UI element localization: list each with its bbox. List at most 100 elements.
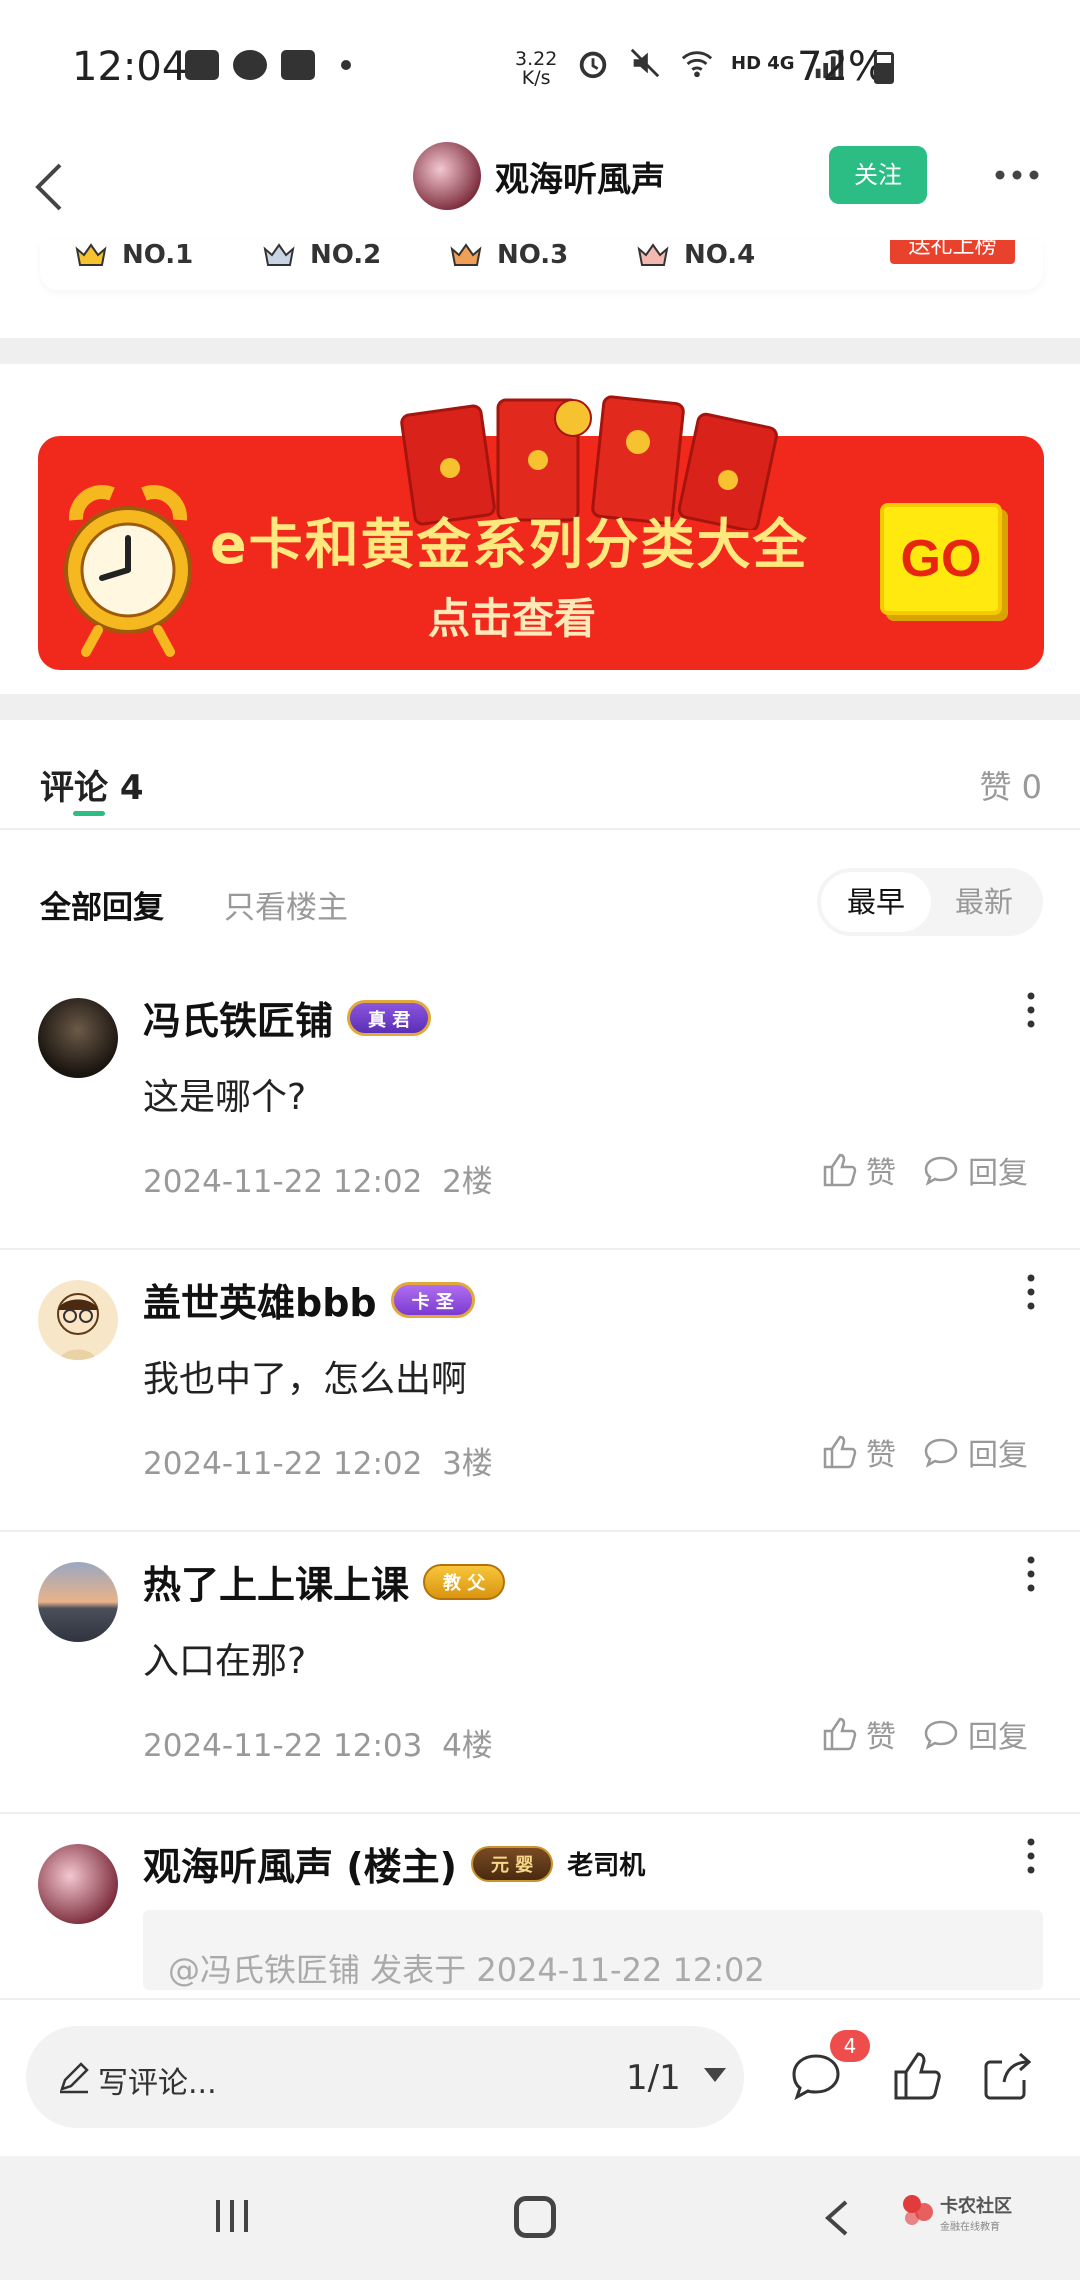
bronze-crown-icon [450,243,482,266]
reply-button[interactable]: 回复 [922,1148,1028,1192]
system-nav-bar: 卡农社区 金融在线教育 [0,2156,1080,2280]
comment-meta: 2024-11-22 12:02 2楼 [143,1164,493,1200]
filter-all-replies[interactable]: 全部回复 [40,882,164,927]
follow-button[interactable]: 关注 [829,146,927,204]
avatar[interactable] [38,1844,118,1924]
reply-button[interactable]: 回复 [922,1430,1028,1474]
gold-crown-icon [75,243,107,266]
sort-latest[interactable]: 最新 [929,872,1039,932]
rank-badge: 真 君 [347,999,432,1036]
rank-badge: 元 婴 [470,1845,554,1882]
filter-op-only[interactable]: 只看楼主 [224,882,348,927]
page-indicator[interactable]: 1/1 [626,2058,681,2098]
comment-meta: 2024-11-22 12:02 3楼 [143,1446,493,1482]
comment-text: 这是哪个? [143,1077,307,1118]
sort-toggle: 最早 最新 [817,868,1043,936]
watermark-logo: 卡农社区 金融在线教育 [900,2186,1030,2246]
comment-author: 冯氏铁匠铺 真 君 [143,990,432,1045]
alarm-clock-icon [64,485,192,657]
like-button[interactable]: 赞 [820,1148,896,1192]
author-avatar[interactable] [413,142,481,210]
comments-header: 评论 4 赞 0 [0,722,1080,830]
comment-actions: 赞 回复 [820,1148,1028,1192]
avatar[interactable] [38,998,118,1078]
comment-bubble-icon [924,1156,958,1186]
more-options-icon[interactable] [992,158,1042,192]
comment-input-placeholder: 写评论... [98,2066,217,2101]
sort-earliest[interactable]: 最早 [821,872,931,932]
red-crown-icon [637,243,669,266]
top-header: 观海听風声 关注 [0,130,1080,240]
chevron-down-icon[interactable] [704,2068,726,2082]
bottom-action-bar: 写评论... 1/1 4 [0,1998,1080,2156]
comment-item: 冯氏铁匠铺 真 君 这是哪个? 2024-11-22 12:02 2楼 赞 回复 [0,968,1080,1250]
notification-icons [185,50,351,80]
status-bar: 12:04 3.22 K/s HD 4G 72% [0,0,1080,130]
comment-text: 入口在那? [143,1641,307,1682]
rank-item: NO.1 [74,240,193,270]
comment-actions: 赞 回复 [820,1430,1028,1474]
veteran-badge: 老司机 [567,1851,646,1881]
rank-item: NO.4 [636,240,755,270]
comment-meta: 2024-11-22 12:03 4楼 [143,1728,493,1764]
tab-active-indicator [73,811,105,816]
banner-title: e卡和黄金系列分类大全 [210,513,809,576]
more-notifications-dot [341,60,351,70]
gift-rank-strip: NO.1 NO.2 NO.3 NO.4 送礼上榜 [40,240,1043,290]
more-options-icon[interactable] [1023,990,1039,1030]
rank-badge: 卡 圣 [390,1281,475,1318]
avatar[interactable] [38,1280,118,1360]
comment-actions: 赞 回复 [820,1712,1028,1756]
comment-author: 盖世英雄bbb 卡 圣 [143,1272,475,1327]
rank-badge: 教 父 [423,1563,506,1600]
banner-go-button[interactable]: GO [880,503,1002,615]
reply-button[interactable]: 回复 [922,1712,1028,1756]
comment-input[interactable]: 写评论... 1/1 [26,2026,744,2128]
thumbs-up-icon [823,1153,857,1187]
section-divider [0,694,1080,720]
more-options-icon[interactable] [1023,1554,1039,1594]
comment-author: 热了上上课上课 教 父 [143,1554,506,1609]
back-icon[interactable] [818,2196,858,2240]
comment-author: 观海听風声 (楼主) 元 婴 老司机 [143,1845,646,1889]
thumbs-up-icon[interactable] [888,2048,944,2104]
rank-item: NO.2 [262,240,381,270]
comment-bubble-icon [924,1720,958,1750]
tab-likes[interactable]: 赞 0 [979,762,1042,808]
comment-item: 盖世英雄bbb 卡 圣 我也中了，怎么出啊 2024-11-22 12:02 3… [0,1250,1080,1532]
tab-comments[interactable]: 评论 4 [40,760,144,809]
pencil-icon [60,2062,89,2094]
gallery-icon [185,50,219,80]
like-button[interactable]: 赞 [820,1430,896,1474]
thumbs-up-icon [823,1435,857,1469]
home-icon[interactable] [514,2196,556,2238]
wechat-icon [233,50,267,80]
quoted-reply: @冯氏铁匠铺 发表于 2024-11-22 12:02 [168,1951,765,1989]
alarm-icon [579,51,607,79]
comment-text: 我也中了，怎么出啊 [143,1359,468,1400]
avatar[interactable] [38,1562,118,1642]
status-time: 12:04 [72,44,188,90]
rank-item: NO.3 [449,240,568,270]
section-divider [0,338,1080,364]
battery-level: 72% [797,44,886,90]
share-icon[interactable] [980,2048,1036,2104]
message-icon [281,50,315,80]
like-button[interactable]: 赞 [820,1712,896,1756]
comment-bubble-icon [924,1438,958,1468]
gift-rank-button[interactable]: 送礼上榜 [890,240,1015,264]
battery-icon [874,52,894,84]
author-name[interactable]: 观海听風声 [495,152,665,201]
logo-icon [903,2195,933,2225]
mute-icon [630,48,660,78]
thumbs-up-icon [823,1717,857,1751]
more-options-icon[interactable] [1023,1836,1039,1876]
more-options-icon[interactable] [1023,1272,1039,1312]
comment-count-badge: 4 [830,2030,870,2062]
comment-filter-row: 全部回复 只看楼主 最早 最新 [0,832,1080,968]
network-speed: 3.22 K/s [515,48,558,89]
cartoon-avatar-icon [57,1293,99,1360]
recent-apps-icon[interactable] [212,2196,252,2236]
back-arrow-icon[interactable] [20,150,80,220]
comment-item: 热了上上课上课 教 父 入口在那? 2024-11-22 12:03 4楼 赞 … [0,1532,1080,1814]
